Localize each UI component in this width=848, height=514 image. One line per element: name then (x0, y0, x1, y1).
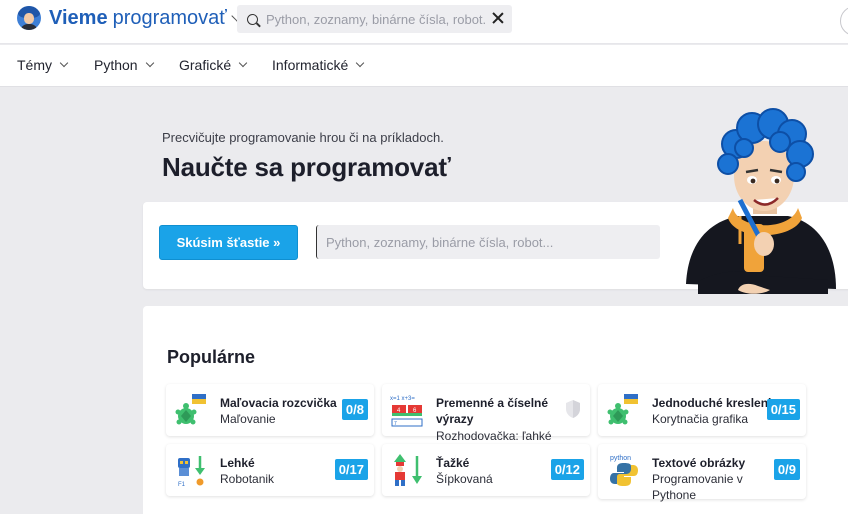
tile-subtitle: Rozhodovačka: ľahké (436, 429, 552, 443)
chevron-down-icon (145, 58, 154, 68)
turtle-paint-icon (175, 394, 206, 425)
popular-tile[interactable]: Maľovacia rozcvička Maľovanie 0/8 (166, 384, 374, 436)
user-avatar-button[interactable] (840, 6, 848, 36)
arrow-game-icon (394, 454, 422, 486)
nav-item-graficke[interactable]: Grafické (179, 57, 248, 73)
hero-search-input[interactable] (316, 225, 660, 259)
nav-item-label: Python (94, 57, 138, 73)
tile-title: Maľovacia rozcvička (220, 396, 337, 410)
logo-link[interactable]: Vieme programovať (17, 6, 243, 30)
tile-subtitle: Robotanik (220, 472, 275, 486)
logo-avatar-icon (17, 6, 41, 30)
popular-tile[interactable]: python Textové obrázky Programovanie v P… (598, 444, 806, 502)
tile-title: Ťažké (436, 456, 470, 470)
nav-item-temy[interactable]: Témy (17, 57, 69, 73)
tile-title: Jednoduché kreslenie (652, 396, 779, 410)
top-search-input[interactable] (266, 11, 486, 27)
popular-card: Populárne Maľovacia rozcvička Maľovanie … (143, 306, 848, 514)
svg-text:F1: F1 (178, 482, 186, 488)
progress-badge: 0/9 (773, 459, 800, 480)
tile-title: Lehké (220, 456, 255, 470)
svg-text:7: 7 (394, 421, 397, 427)
search-icon (247, 13, 258, 25)
tile-title: Textové obrázky (652, 456, 746, 470)
hero-subtitle: Precvičujte programovanie hrou či na prí… (162, 130, 444, 145)
main-nav: Témy Python Grafické Informatické (0, 45, 848, 87)
mascot-illustration (686, 108, 836, 294)
close-icon[interactable] (491, 11, 505, 25)
popular-tile[interactable]: F1 Lehké Robotanik 0/17 (166, 444, 374, 496)
tile-title: Premenné a číselné výrazy (436, 396, 549, 426)
nav-item-label: Informatické (272, 57, 349, 73)
tile-subtitle: Korytnačia grafika (652, 412, 749, 426)
popular-tile[interactable]: x=1 x+3= 4 6 7 Premenné a číselné výrazy… (382, 384, 590, 443)
chevron-down-icon (238, 58, 248, 68)
top-search-box (237, 5, 512, 33)
svg-text:x=1 x+3=: x=1 x+3= (390, 396, 415, 402)
brand-name-light: programovať (112, 7, 227, 29)
brand-name-bold: Vieme (49, 7, 108, 29)
turtle-graphics-icon (607, 394, 638, 425)
popular-tile[interactable]: Ťažké Šípkovaná 0/12 (382, 444, 590, 496)
tile-subtitle: Maľovanie (220, 412, 276, 426)
nav-item-label: Témy (17, 57, 52, 73)
chevron-down-icon (356, 58, 365, 68)
nav-item-label: Grafické (179, 57, 232, 73)
nav-item-informaticke[interactable]: Informatické (272, 57, 365, 73)
tile-subtitle: Programovanie v Pythone (652, 472, 743, 502)
python-icon: python (610, 455, 638, 486)
tile-subtitle: Šípkovaná (436, 472, 493, 486)
chevron-down-icon (59, 58, 69, 68)
top-bar: Vieme programovať (0, 0, 848, 44)
popular-heading: Populárne (167, 347, 256, 367)
shield-icon (566, 400, 580, 418)
progress-badge: 0/12 (550, 459, 584, 480)
robot-icon: F1 (178, 456, 205, 488)
lucky-button[interactable]: Skúsim šťastie » (159, 225, 298, 260)
nav-item-python[interactable]: Python (94, 57, 154, 73)
svg-text:python: python (610, 455, 631, 462)
progress-badge: 0/15 (766, 399, 800, 420)
progress-badge: 0/17 (334, 459, 368, 480)
progress-badge: 0/8 (341, 399, 368, 420)
variables-icon: x=1 x+3= 4 6 7 (390, 396, 423, 427)
page-title: Naučte sa programovať (162, 152, 451, 182)
popular-tile[interactable]: Jednoduché kreslenie Korytnačia grafika … (598, 384, 806, 436)
